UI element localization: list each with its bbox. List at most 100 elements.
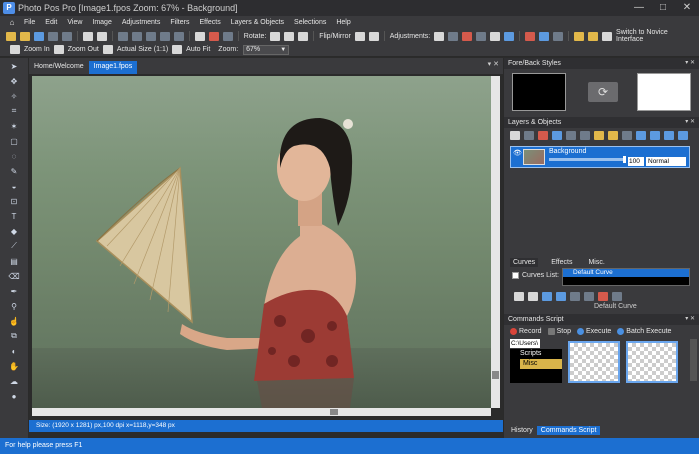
layer-bottom-icon[interactable] (664, 130, 674, 140)
paste-icon[interactable] (145, 31, 156, 41)
curves-list[interactable]: Default Curve (562, 268, 690, 286)
redo-icon[interactable] (96, 31, 107, 41)
line-tool-icon[interactable]: ⟋ (2, 239, 26, 253)
image-canvas[interactable] (32, 76, 491, 408)
contrast-icon[interactable] (448, 31, 459, 41)
open-folder-icon[interactable] (19, 31, 30, 41)
layer-group-icon[interactable] (594, 130, 604, 140)
lasso-icon[interactable]: ◌ (2, 149, 26, 163)
menu-help[interactable]: Help (331, 19, 355, 26)
tab-close-icon[interactable]: ▾ ✕ (488, 60, 499, 68)
move-layer-up-icon[interactable] (650, 130, 660, 140)
tab-commands-script[interactable]: Commands Script (536, 425, 601, 435)
layer-opacity-value[interactable]: 100 (628, 157, 644, 166)
copy-icon[interactable] (131, 31, 142, 41)
magic-select-icon[interactable]: ✧ (2, 89, 26, 103)
curve-select-icon[interactable] (514, 291, 524, 301)
lightning-icon[interactable] (588, 31, 599, 41)
crop-tool-icon[interactable]: ⌗ (2, 104, 26, 118)
layer-folder-icon[interactable] (608, 130, 618, 140)
smudge-tool-icon[interactable]: ☝ (2, 314, 26, 328)
fill-tool-icon[interactable]: ◒ (2, 179, 26, 193)
tab-history[interactable]: History (507, 426, 537, 435)
horizontal-scrollbar[interactable] (32, 408, 491, 416)
menu-layers-objects[interactable]: Layers & Objects (226, 19, 289, 26)
curve-delete-icon[interactable] (598, 291, 608, 301)
move-layer-down-icon[interactable] (636, 130, 646, 140)
menu-view[interactable]: View (62, 19, 87, 26)
tab-effects[interactable]: Effects (548, 258, 575, 267)
new-layer-icon[interactable] (510, 130, 520, 140)
tab-home-welcome[interactable]: Home/Welcome (29, 61, 89, 74)
color-balance-icon[interactable] (462, 31, 473, 41)
crop-icon[interactable] (173, 31, 184, 41)
batch-execute-button[interactable]: Batch Execute (617, 327, 671, 335)
star-icon[interactable] (574, 31, 585, 41)
zoom-in-icon[interactable] (10, 45, 20, 54)
layer-opacity-slider[interactable] (549, 156, 626, 163)
flip-horizontal-icon[interactable] (354, 31, 365, 41)
vertical-scroll-thumb[interactable] (492, 371, 499, 379)
text-tool-icon[interactable]: T (2, 209, 26, 223)
brush-tool-icon[interactable]: ✎ (2, 164, 26, 178)
execute-button[interactable]: Execute (576, 327, 611, 335)
pointer-tool-icon[interactable]: ➤ (2, 59, 26, 73)
zoom-out-button[interactable]: Zoom Out (68, 46, 99, 53)
menu-adjustments[interactable]: Adjustments (117, 19, 166, 26)
move-tool-icon[interactable]: ✥ (2, 74, 26, 88)
novice-icon[interactable] (602, 31, 613, 41)
auto-fit-icon[interactable] (172, 45, 183, 54)
background-swatch[interactable] (637, 73, 691, 111)
ruler-icon[interactable] (208, 31, 219, 41)
effect-2-icon[interactable] (539, 31, 550, 41)
switch-novice-button[interactable]: Switch to Novice Interface (616, 29, 697, 43)
maximize-button[interactable]: □ (651, 0, 675, 16)
sharpen-icon[interactable] (490, 31, 501, 41)
menu-image[interactable]: Image (87, 19, 116, 26)
swap-colors-icon[interactable]: ⟳ (588, 82, 618, 102)
panel-pin-icon[interactable]: ▾ ✕ (685, 58, 695, 69)
effect-1-icon[interactable] (525, 31, 536, 41)
blur-tool-icon[interactable]: ● (2, 389, 26, 403)
menu-effects[interactable]: Effects (194, 19, 225, 26)
save-icon[interactable] (33, 31, 44, 41)
pen-tool-icon[interactable]: ✒ (2, 284, 26, 298)
layer-top-icon[interactable] (678, 130, 688, 140)
gradient-tool-icon[interactable]: ▤ (2, 254, 26, 268)
curve-edit-icon[interactable] (528, 291, 538, 301)
flip-vertical-icon[interactable] (368, 31, 379, 41)
new-file-icon[interactable] (6, 31, 16, 41)
print-icon[interactable] (61, 31, 72, 41)
paste-special-icon[interactable] (159, 31, 170, 41)
script-path-field[interactable]: C:\Users\ (510, 339, 540, 348)
zoom-in-button[interactable]: Zoom In (24, 46, 50, 53)
curves-list-checkbox[interactable] (512, 271, 519, 279)
sponge-tool-icon[interactable]: ☁ (2, 374, 26, 388)
record-button[interactable]: Record (510, 327, 542, 335)
auto-fit-button[interactable]: Auto Fit (186, 46, 210, 53)
scripts-scrollbar[interactable] (690, 339, 697, 381)
rect-select-icon[interactable]: ▢ (2, 134, 26, 148)
curve-copy-icon[interactable] (570, 291, 580, 301)
tab-misc[interactable]: Misc. (585, 258, 607, 267)
curve-paste-icon[interactable] (584, 291, 594, 301)
brightness-icon[interactable] (434, 31, 445, 41)
commands-pin-icon[interactable]: ▾ ✕ (685, 314, 695, 325)
rotate-left-icon[interactable] (270, 31, 281, 41)
close-button[interactable]: ✕ (675, 0, 699, 16)
home-icon[interactable]: ⌂ (5, 18, 19, 27)
magic-wand-icon[interactable]: ✶ (2, 119, 26, 133)
tab-curves[interactable]: Curves (510, 257, 539, 267)
levels-icon[interactable] (476, 31, 487, 41)
guides-icon[interactable] (222, 31, 233, 41)
tree-item-misc[interactable]: Misc (520, 359, 562, 369)
curve-remove-icon[interactable] (556, 291, 566, 301)
layer-row-background[interactable]: 👁 Background 100 Normal (510, 146, 690, 168)
curves-list-item[interactable]: Default Curve (563, 269, 689, 277)
eraser-tool-icon[interactable]: ⌫ (2, 269, 26, 283)
blur-icon[interactable] (504, 31, 515, 41)
stamp-tool-icon[interactable]: ⊡ (2, 194, 26, 208)
layer-props-icon[interactable] (552, 130, 562, 140)
minimize-button[interactable]: — (627, 0, 651, 16)
clone-tool-icon[interactable]: ⧉ (2, 329, 26, 343)
